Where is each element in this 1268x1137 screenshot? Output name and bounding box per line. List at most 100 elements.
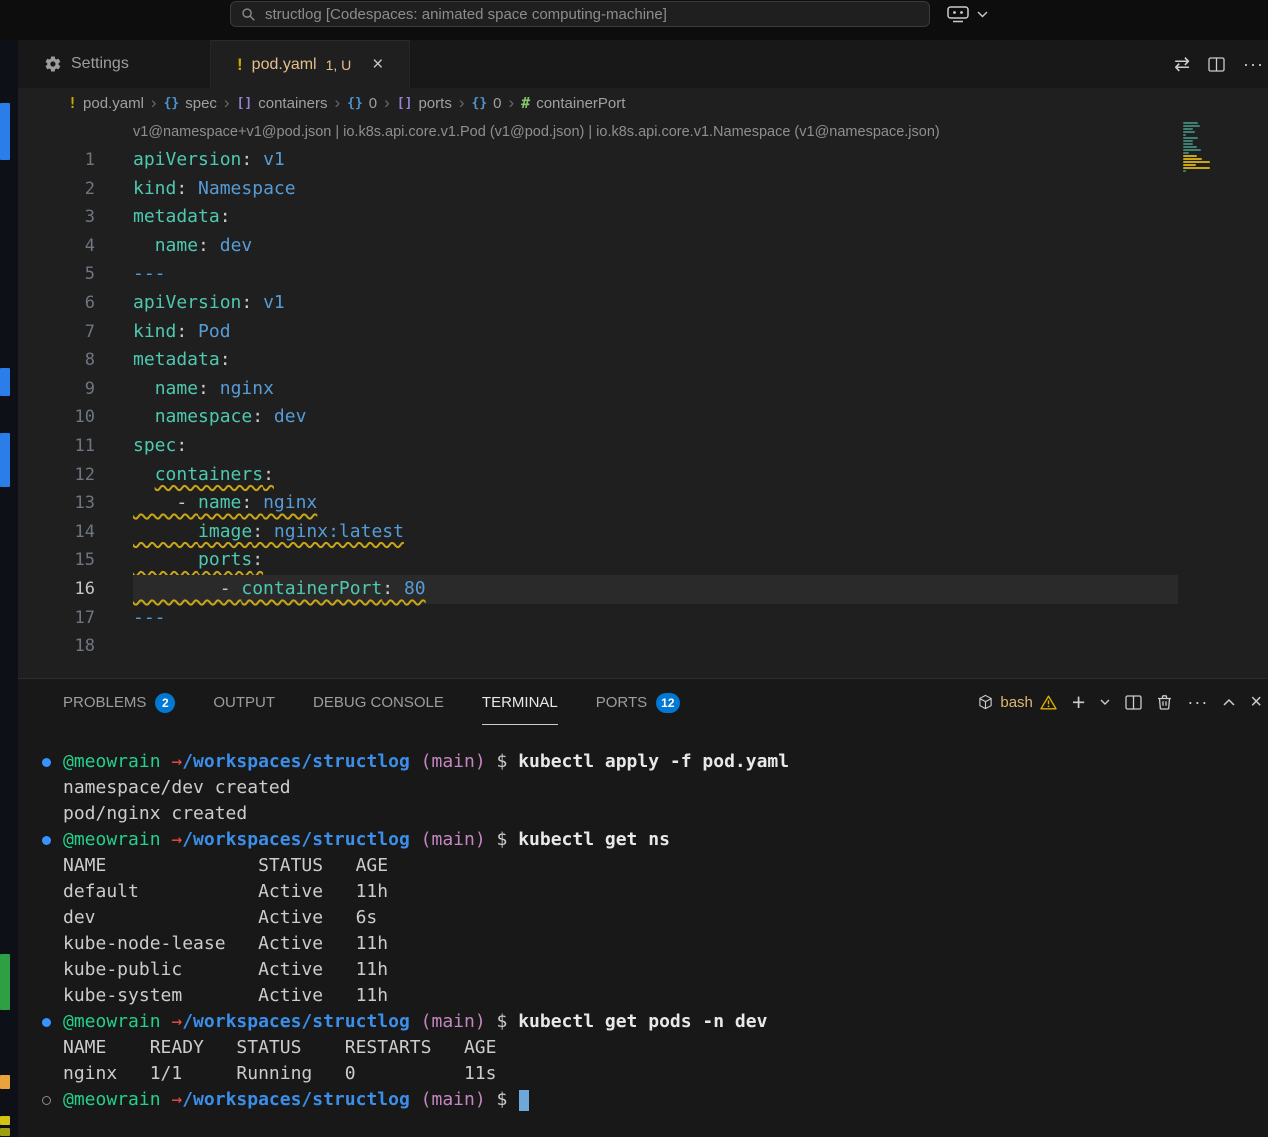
minimap-line — [1183, 143, 1193, 145]
editor-line[interactable]: 12 containers: — [18, 461, 1268, 490]
close-tab-icon[interactable]: × — [372, 55, 383, 74]
minimap-line — [1183, 146, 1197, 148]
line-number: 8 — [18, 346, 95, 375]
terminal[interactable]: @meowrain →/workspaces/structlog (main) … — [18, 725, 1268, 1113]
compare-changes-icon[interactable]: ⇄ — [1174, 53, 1190, 76]
line-number: 14 — [18, 518, 95, 547]
line-number: 11 — [18, 432, 95, 461]
activity-bar — [0, 40, 18, 1137]
breadcrumb-item-ports[interactable]: [] ports — [397, 95, 452, 112]
tab-debug-console[interactable]: DEBUG CONSOLE — [313, 679, 444, 725]
line-number: 9 — [18, 375, 95, 404]
minimap-line — [1183, 161, 1210, 163]
editor-line[interactable]: 8 metadata: — [18, 346, 1268, 375]
breadcrumb-label: containers — [258, 95, 327, 112]
minimap-line — [1183, 170, 1186, 172]
code-text: metadata: — [133, 346, 1178, 375]
tab-settings[interactable]: Settings — [18, 40, 211, 88]
editor-line[interactable]: 5 --- — [18, 260, 1268, 289]
launch-profile-chevron-icon[interactable] — [1100, 699, 1110, 706]
activity-bar-decoration — [0, 1128, 10, 1136]
editor-line[interactable]: 6 apiVersion: v1 — [18, 289, 1268, 318]
code-text: containers: — [133, 461, 1178, 490]
code-text: apiVersion: v1 — [133, 146, 1178, 175]
panel-tab-label: PROBLEMS — [63, 694, 146, 711]
tab-ports[interactable]: PORTS 12 — [596, 679, 680, 725]
editor-line[interactable]: 11spec: — [18, 432, 1268, 461]
editor-line[interactable]: 14 image: nginx:latest — [18, 518, 1268, 547]
command-success-decoration[interactable] — [42, 758, 51, 767]
breadcrumb-item-spec[interactable]: {} spec — [164, 95, 217, 112]
breadcrumb: ! pod.yaml › {} spec › [] containers › {… — [18, 88, 1268, 118]
editor-line[interactable]: 2kind: Namespace — [18, 175, 1268, 204]
split-editor-icon[interactable] — [1208, 57, 1225, 72]
editor-line[interactable]: 18 — [18, 632, 1268, 661]
breadcrumb-item-file[interactable]: ! pod.yaml — [68, 94, 144, 112]
maximize-panel-icon[interactable] — [1223, 698, 1235, 706]
minimap-line — [1183, 128, 1193, 130]
gear-icon — [44, 55, 62, 73]
kill-terminal-icon[interactable] — [1157, 694, 1172, 710]
tab-output[interactable]: OUTPUT — [213, 679, 275, 725]
number-symbol-icon: # — [521, 94, 530, 112]
shell-name: bash — [1000, 694, 1033, 711]
search-icon — [241, 7, 256, 22]
breadcrumb-label: containerPort — [536, 95, 625, 112]
yaml-schema-lens[interactable]: v1@namespace+v1@pod.json | io.k8s.api.co… — [18, 118, 1178, 146]
remote-indicator[interactable] — [946, 5, 988, 23]
breadcrumb-label: 0 — [369, 95, 377, 112]
command-pending-decoration[interactable] — [42, 1096, 51, 1105]
command-success-decoration[interactable] — [42, 1018, 51, 1027]
editor-line[interactable]: 10 namespace: dev — [18, 403, 1268, 432]
activity-bar-decoration — [0, 1116, 10, 1125]
breadcrumb-item-containerport[interactable]: # containerPort — [521, 94, 625, 112]
problem-warning-icon: ! — [237, 55, 243, 75]
editor-line[interactable]: 15 ports: — [18, 546, 1268, 575]
breadcrumb-item-0b[interactable]: {} 0 — [472, 95, 502, 112]
line-number: 17 — [18, 604, 95, 633]
editor[interactable]: 1apiVersion: v12kind: Namespace3metadata… — [18, 146, 1268, 678]
minimap-line — [1183, 140, 1193, 142]
more-actions-icon[interactable]: ··· — [1243, 54, 1264, 75]
new-terminal-icon[interactable]: + — [1072, 691, 1085, 714]
tab-pod-yaml[interactable]: ! pod.yaml 1, U × — [211, 40, 410, 88]
more-actions-icon[interactable]: ··· — [1187, 692, 1208, 713]
editor-line[interactable]: 16 - containerPort: 80 — [18, 575, 1268, 604]
code-text: image: nginx:latest — [133, 518, 1178, 547]
editor-line[interactable]: 17--- — [18, 604, 1268, 633]
editor-lines: 1apiVersion: v12kind: Namespace3metadata… — [18, 146, 1268, 661]
ports-count-badge: 12 — [656, 693, 679, 713]
code-text: --- — [133, 260, 1178, 289]
breadcrumb-item-0[interactable]: {} 0 — [347, 95, 377, 112]
split-terminal-icon[interactable] — [1125, 695, 1142, 710]
command-center-search[interactable]: structlog [Codespaces: animated space co… — [230, 1, 930, 27]
line-number: 5 — [18, 260, 95, 289]
editor-line[interactable]: 13 - name: nginx — [18, 489, 1268, 518]
chevron-separator-icon: › — [334, 93, 340, 113]
minimap[interactable] — [1183, 122, 1213, 176]
minimap-line — [1183, 125, 1200, 127]
editor-line[interactable]: 9 name: nginx — [18, 375, 1268, 404]
editor-line[interactable]: 3metadata: — [18, 203, 1268, 232]
line-number: 6 — [18, 289, 95, 318]
line-number: 12 — [18, 461, 95, 490]
line-number: 10 — [18, 403, 95, 432]
code-text: - containerPort: 80 — [133, 575, 1178, 604]
code-text: metadata: — [133, 203, 1178, 232]
command-success-decoration[interactable] — [42, 836, 51, 845]
panel-toolbar: bash + ··· × — [978, 691, 1268, 714]
breadcrumb-item-containers[interactable]: [] containers — [237, 95, 328, 112]
terminal-profile-selector[interactable]: bash — [978, 694, 1057, 711]
tab-terminal[interactable]: TERMINAL — [482, 679, 558, 725]
editor-line[interactable]: 7kind: Pod — [18, 318, 1268, 347]
editor-line[interactable]: 1apiVersion: v1 — [18, 146, 1268, 175]
chevron-separator-icon: › — [459, 93, 465, 113]
code-text: apiVersion: v1 — [133, 289, 1178, 318]
tab-problems[interactable]: PROBLEMS 2 — [63, 679, 175, 725]
close-panel-icon[interactable]: × — [1250, 692, 1262, 712]
minimap-line — [1183, 158, 1202, 160]
activity-bar-decoration — [0, 433, 10, 487]
object-symbol-icon: {} — [164, 96, 180, 111]
editor-line[interactable]: 4 name: dev — [18, 232, 1268, 261]
panel-tab-bar: PROBLEMS 2 OUTPUT DEBUG CONSOLE TERMINAL… — [18, 679, 1268, 725]
